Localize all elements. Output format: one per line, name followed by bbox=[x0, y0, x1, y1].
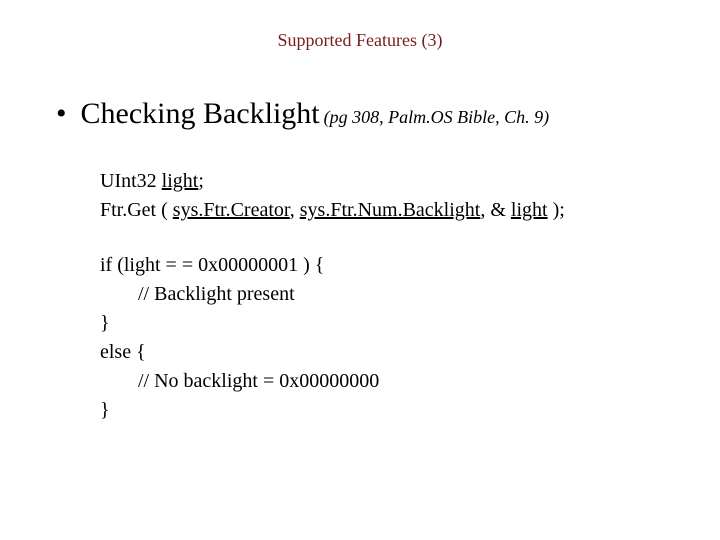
code-line: // No backlight = 0x00000000 bbox=[100, 367, 720, 396]
code-token-underline: sys.Ftr.Creator bbox=[173, 199, 290, 221]
code-token: ; bbox=[198, 170, 204, 192]
code-token: , bbox=[290, 199, 300, 221]
slide: Supported Features (3) • Checking Backli… bbox=[0, 0, 720, 540]
code-line: Ftr.Get ( sys.Ftr.Creator, sys.Ftr.Num.B… bbox=[100, 196, 720, 225]
code-line: if (light = = 0x00000001 ) { bbox=[100, 251, 720, 280]
code-token: UInt32 bbox=[100, 170, 162, 192]
code-line: UInt32 light; bbox=[100, 167, 720, 196]
bullet-dot-icon: • bbox=[56, 99, 67, 129]
code-block: UInt32 light; Ftr.Get ( sys.Ftr.Creator,… bbox=[0, 167, 720, 425]
code-line: else { bbox=[100, 338, 720, 367]
bullet-text: Checking Backlight (pg 308, Palm.OS Bibl… bbox=[81, 97, 550, 131]
code-line: // Backlight present bbox=[100, 280, 720, 309]
code-token-underline: sys.Ftr.Num.Backlight bbox=[300, 199, 481, 221]
code-line: } bbox=[100, 309, 720, 338]
spacer bbox=[100, 225, 720, 251]
code-token-underline: light bbox=[511, 199, 548, 221]
code-token: ); bbox=[548, 199, 565, 221]
code-token: Ftr.Get ( bbox=[100, 199, 173, 221]
code-line: } bbox=[100, 396, 720, 425]
citation-text: (pg 308, Palm.OS Bible, Ch. 9) bbox=[324, 107, 549, 127]
slide-title: Supported Features (3) bbox=[0, 30, 720, 51]
bullet-item: • Checking Backlight (pg 308, Palm.OS Bi… bbox=[0, 97, 720, 131]
code-token: , & bbox=[480, 199, 511, 221]
headline-text: Checking Backlight bbox=[81, 97, 320, 130]
code-token-underline: light bbox=[162, 170, 199, 192]
